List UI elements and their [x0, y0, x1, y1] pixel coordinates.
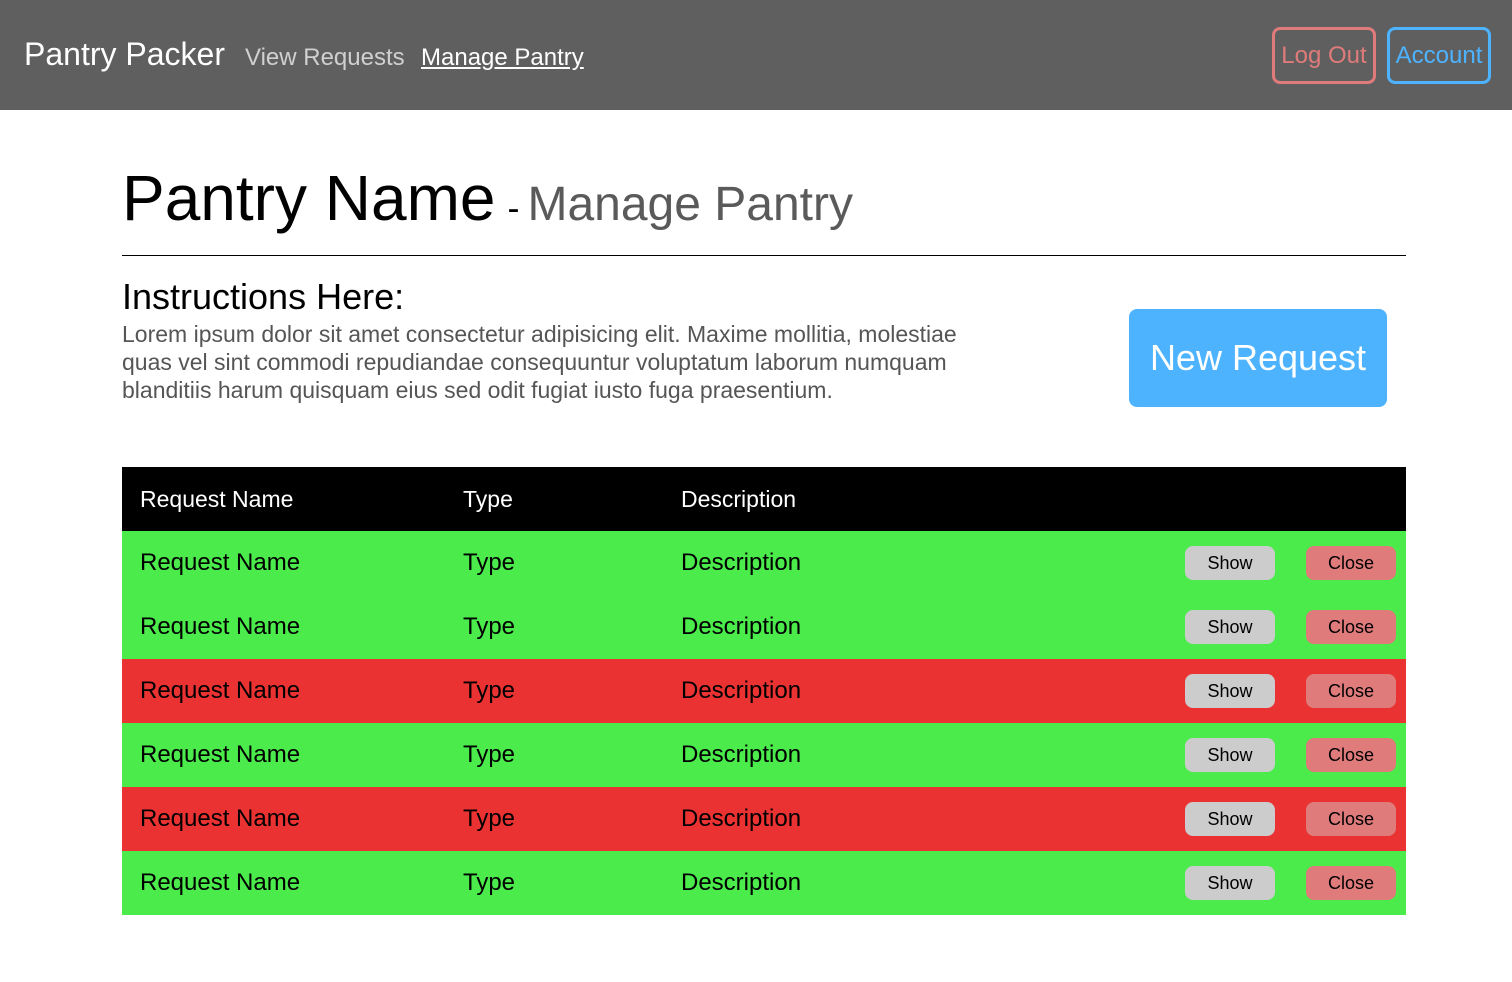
description-cell: Description — [681, 549, 802, 576]
table-header-row: Request Name Type Description — [122, 467, 1406, 531]
show-button[interactable]: Show — [1185, 866, 1275, 900]
top-navbar: Pantry Packer View Requests Manage Pantr… — [0, 0, 1512, 110]
page-title: Pantry Name - Manage Pantry — [122, 158, 853, 256]
table-row: Request Name Type Description Show Close — [122, 595, 1406, 659]
logout-button[interactable]: Log Out — [1272, 27, 1376, 84]
table-row: Request Name Type Description Show Close — [122, 851, 1406, 915]
description-cell: Description — [681, 869, 802, 896]
account-button[interactable]: Account — [1387, 27, 1491, 84]
table-row: Request Name Type Description Show Close — [122, 531, 1406, 595]
header-description: Description — [681, 486, 797, 512]
description-cell: Description — [681, 677, 802, 704]
show-button[interactable]: Show — [1185, 546, 1275, 580]
table-row: Request Name Type Description Show Close — [122, 723, 1406, 787]
page-subtitle: Manage Pantry — [527, 178, 853, 231]
close-button[interactable]: Close — [1306, 866, 1396, 900]
type-cell: Type — [463, 549, 516, 576]
header-type: Type — [463, 486, 513, 512]
title-separator: - — [507, 187, 520, 228]
close-button[interactable]: Close — [1306, 738, 1396, 772]
table-row: Request Name Type Description Show Close — [122, 787, 1406, 851]
pantry-name-heading: Pantry Name — [122, 162, 496, 234]
nav-link-view-requests[interactable]: View Requests — [245, 42, 405, 74]
request-name-cell: Request Name — [140, 677, 301, 704]
close-button[interactable]: Close — [1306, 546, 1396, 580]
show-button[interactable]: Show — [1185, 738, 1275, 772]
close-button[interactable]: Close — [1306, 610, 1396, 644]
new-request-button[interactable]: New Request — [1129, 309, 1387, 407]
request-name-cell: Request Name — [140, 869, 301, 896]
request-name-cell: Request Name — [140, 805, 301, 832]
nav-link-manage-pantry[interactable]: Manage Pantry — [421, 42, 584, 74]
request-name-cell: Request Name — [140, 741, 301, 768]
description-cell: Description — [681, 805, 802, 832]
show-button[interactable]: Show — [1185, 674, 1275, 708]
type-cell: Type — [463, 869, 516, 896]
close-button[interactable]: Close — [1306, 674, 1396, 708]
description-cell: Description — [681, 741, 802, 768]
close-button[interactable]: Close — [1306, 802, 1396, 836]
request-name-cell: Request Name — [140, 613, 301, 640]
type-cell: Type — [463, 613, 516, 640]
instructions-body: Lorem ipsum dolor sit amet consectetur a… — [122, 321, 957, 403]
type-cell: Type — [463, 805, 516, 832]
show-button[interactable]: Show — [1185, 802, 1275, 836]
instructions-heading: Instructions Here: — [122, 276, 405, 317]
description-cell: Description — [681, 613, 802, 640]
type-cell: Type — [463, 741, 516, 768]
request-name-cell: Request Name — [140, 549, 301, 576]
brand-logo[interactable]: Pantry Packer — [24, 34, 225, 74]
requests-table: Request Name Type Description Request Na… — [122, 467, 1406, 915]
title-divider — [122, 255, 1406, 256]
table-row: Request Name Type Description Show Close — [122, 659, 1406, 723]
header-request-name: Request Name — [140, 486, 294, 512]
show-button[interactable]: Show — [1185, 610, 1275, 644]
type-cell: Type — [463, 677, 516, 704]
